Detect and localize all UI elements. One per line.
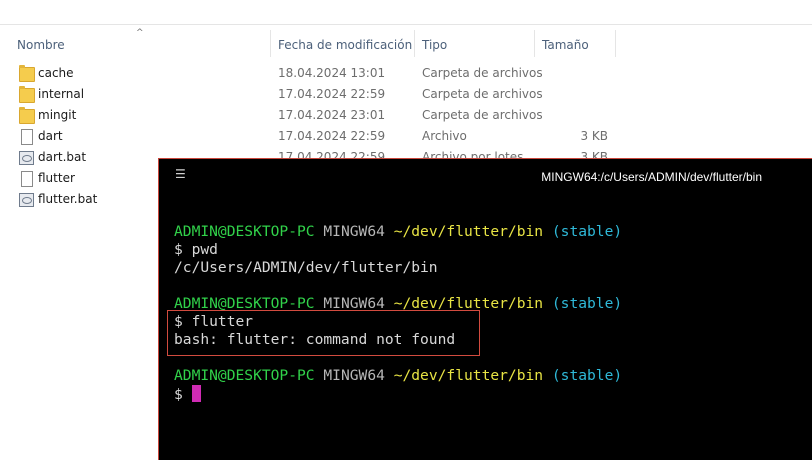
file-date: 17.04.2024 22:59 bbox=[278, 87, 386, 101]
file-name: flutter.bat bbox=[38, 192, 98, 206]
list-item[interactable]: internal 17.04.2024 22:59 Carpeta de arc… bbox=[0, 84, 812, 105]
file-size: 3 KB bbox=[580, 129, 608, 143]
file-icon bbox=[21, 129, 33, 145]
prompt-branch: (stable) bbox=[551, 367, 623, 384]
list-item[interactable]: dart 17.04.2024 22:59 Archivo 3 KB bbox=[0, 126, 812, 147]
column-header-name[interactable]: Nombre bbox=[17, 35, 65, 57]
text-cursor bbox=[191, 385, 201, 402]
file-name: mingit bbox=[38, 108, 77, 122]
prompt-path: ~/dev/flutter/bin bbox=[393, 223, 544, 240]
terminal-title: MINGW64:/c/Users/ADMIN/dev/flutter/bin bbox=[541, 170, 762, 184]
prompt-user: ADMIN@DESKTOP-PC bbox=[174, 367, 315, 384]
file-type: Carpeta de archivos bbox=[422, 66, 543, 80]
column-separator[interactable] bbox=[534, 30, 535, 57]
column-separator[interactable] bbox=[414, 30, 415, 57]
terminal-window[interactable]: ☰ MINGW64:/c/Users/ADMIN/dev/flutter/bin… bbox=[158, 158, 812, 460]
column-header-type[interactable]: Tipo bbox=[422, 35, 447, 57]
file-name: dart.bat bbox=[38, 150, 87, 164]
folder-icon bbox=[19, 86, 35, 103]
column-header-date[interactable]: Fecha de modificación bbox=[278, 35, 412, 57]
file-icon bbox=[21, 171, 33, 187]
prompt-env: MINGW64 bbox=[323, 367, 385, 384]
file-date: 17.04.2024 22:59 bbox=[278, 129, 386, 143]
folder-icon bbox=[19, 107, 35, 124]
file-type: Carpeta de archivos bbox=[422, 108, 543, 122]
file-name: cache bbox=[38, 66, 74, 80]
column-header-size[interactable]: Tamaño bbox=[542, 35, 589, 57]
command-line: $ flutter bbox=[174, 313, 254, 330]
file-date: 17.04.2024 23:01 bbox=[278, 108, 386, 122]
prompt-path: ~/dev/flutter/bin bbox=[393, 367, 544, 384]
hamburger-menu-icon[interactable]: ☰ bbox=[175, 167, 186, 181]
prompt-env: MINGW64 bbox=[323, 223, 385, 240]
prompt-branch: (stable) bbox=[551, 295, 623, 312]
prompt-symbol: $ bbox=[174, 386, 192, 403]
file-type: Carpeta de archivos bbox=[422, 87, 543, 101]
file-name: flutter bbox=[38, 171, 75, 185]
prompt-line: ADMIN@DESKTOP-PC MINGW64 ~/dev/flutter/b… bbox=[174, 223, 622, 241]
command-output: /c/Users/ADMIN/dev/flutter/bin bbox=[174, 259, 438, 276]
file-name: internal bbox=[38, 87, 85, 101]
prompt-line: ADMIN@DESKTOP-PC MINGW64 ~/dev/flutter/b… bbox=[174, 367, 622, 385]
list-item[interactable]: mingit 17.04.2024 23:01 Carpeta de archi… bbox=[0, 105, 812, 126]
command-input-line[interactable]: $ bbox=[174, 385, 201, 404]
prompt-user: ADMIN@DESKTOP-PC bbox=[174, 223, 315, 240]
file-name: dart bbox=[38, 129, 63, 143]
command-line: $ pwd bbox=[174, 241, 218, 258]
file-date: 18.04.2024 13:01 bbox=[278, 66, 386, 80]
toolbar-divider bbox=[0, 24, 812, 25]
error-output: bash: flutter: command not found bbox=[174, 331, 456, 348]
prompt-branch: (stable) bbox=[551, 223, 623, 240]
batch-file-icon bbox=[19, 193, 34, 207]
list-item[interactable]: cache 18.04.2024 13:01 Carpeta de archiv… bbox=[0, 63, 812, 84]
batch-file-icon bbox=[19, 151, 34, 165]
sort-ascending-icon: ^ bbox=[136, 28, 144, 38]
folder-icon bbox=[19, 65, 35, 82]
file-type: Archivo bbox=[422, 129, 467, 143]
column-separator[interactable] bbox=[615, 30, 616, 57]
column-separator[interactable] bbox=[270, 30, 271, 57]
